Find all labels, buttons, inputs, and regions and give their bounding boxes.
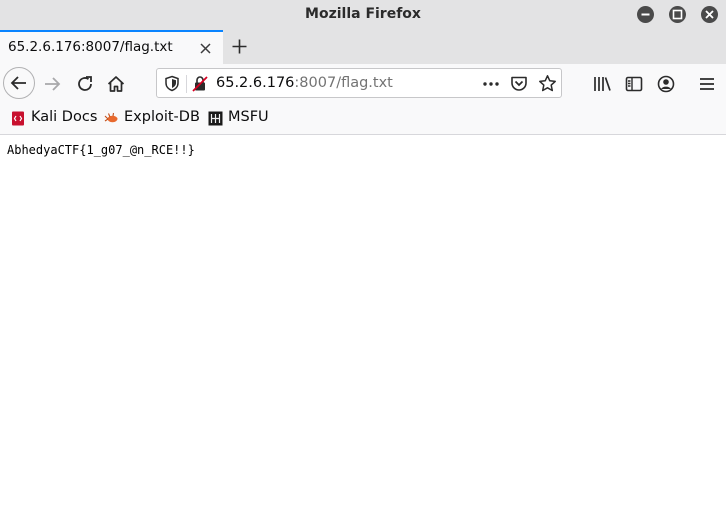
navigation-toolbar: 65.2.6.176:8007/flag.txt	[0, 64, 726, 103]
sidebar-icon[interactable]	[624, 74, 644, 94]
page-content: AbhedyaCTF{1_g07_@n_RCE!!}	[0, 136, 726, 518]
bookmark-label: Exploit-DB	[124, 109, 200, 125]
bookmark-label: Kali Docs	[31, 109, 98, 125]
minimize-button[interactable]	[637, 6, 654, 23]
bookmark-kali-docs[interactable]: Kali Docs	[11, 109, 98, 129]
msfu-icon	[208, 111, 223, 126]
shield-icon[interactable]	[164, 75, 180, 92]
arrow-left-icon	[10, 76, 26, 90]
url-path: :8007/flag.txt	[294, 75, 393, 91]
title-bar: Mozilla Firefox	[0, 0, 726, 30]
bookmark-exploit-db[interactable]: Exploit-DB	[104, 109, 200, 129]
library-icon[interactable]	[592, 74, 612, 94]
tab-strip: 65.2.6.176:8007/flag.txt	[0, 30, 726, 64]
flag-text: AbhedyaCTF{1_g07_@n_RCE!!}	[7, 143, 195, 157]
bookmark-msfu[interactable]: MSFU	[208, 109, 272, 129]
close-icon[interactable]	[199, 42, 212, 55]
pocket-icon[interactable]	[510, 75, 528, 92]
minimize-icon	[641, 13, 650, 16]
exploit-db-icon	[104, 112, 118, 123]
close-window-button[interactable]	[701, 6, 718, 23]
maximize-icon	[672, 9, 683, 20]
window-title: Mozilla Firefox	[305, 6, 421, 22]
reload-icon[interactable]	[75, 74, 95, 94]
close-icon	[705, 10, 714, 19]
url-separator	[186, 75, 187, 93]
url-bar[interactable]: 65.2.6.176:8007/flag.txt	[156, 68, 562, 98]
star-icon[interactable]	[538, 74, 557, 93]
tab-title: 65.2.6.176:8007/flag.txt	[8, 39, 173, 55]
kali-docs-icon	[12, 111, 24, 126]
ellipsis-icon[interactable]	[481, 78, 501, 90]
tab-active[interactable]: 65.2.6.176:8007/flag.txt	[0, 30, 223, 64]
arrow-right-icon[interactable]	[42, 74, 62, 94]
insecure-lock-icon[interactable]	[192, 75, 208, 92]
maximize-button[interactable]	[669, 6, 686, 23]
bookmarks-toolbar: Kali Docs Exploit-DB MSFU	[0, 103, 726, 135]
account-icon[interactable]	[656, 74, 676, 94]
bookmark-label: MSFU	[228, 109, 269, 125]
home-icon[interactable]	[106, 74, 126, 94]
hamburger-menu-icon[interactable]	[697, 74, 717, 94]
url-host: 65.2.6.176	[216, 75, 295, 91]
back-button[interactable]	[3, 67, 35, 99]
url-text[interactable]: 65.2.6.176:8007/flag.txt	[216, 75, 393, 91]
plus-icon[interactable]	[231, 38, 248, 55]
